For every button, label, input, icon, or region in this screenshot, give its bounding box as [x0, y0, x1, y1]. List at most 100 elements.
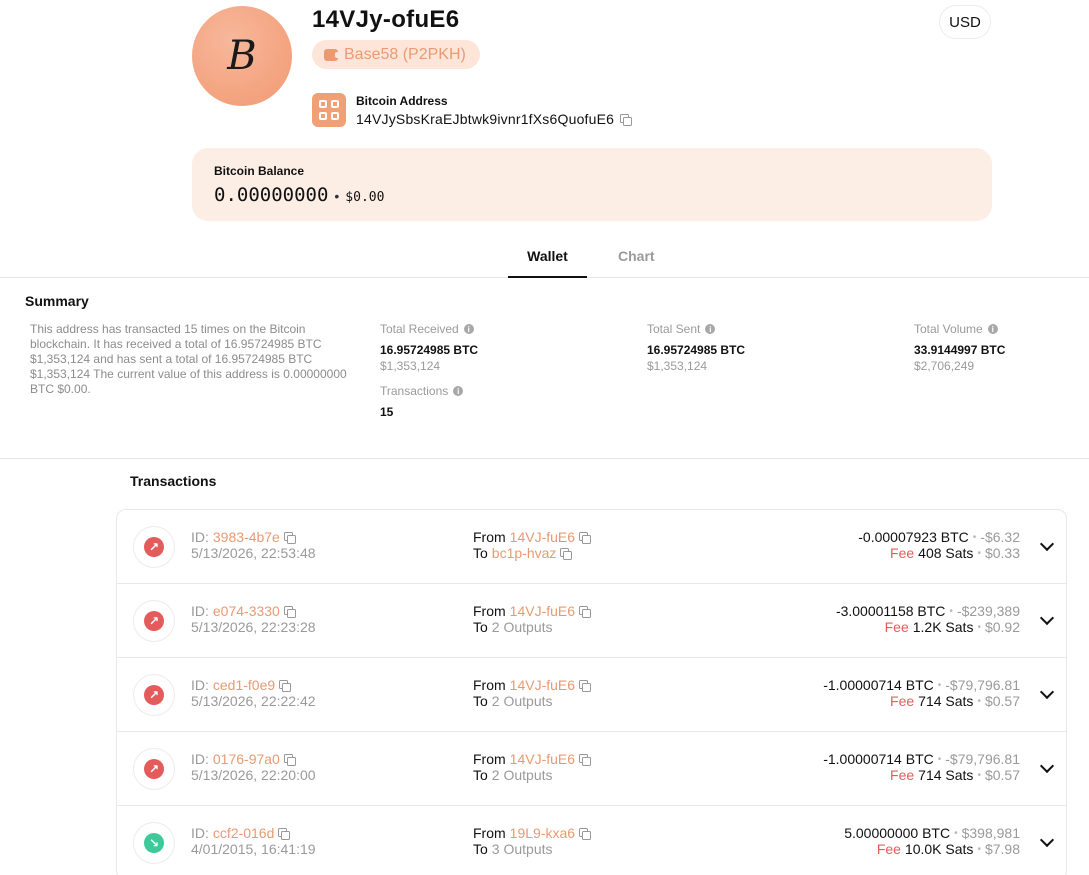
- tx-to-prefix: To: [473, 545, 488, 561]
- tx-from-link[interactable]: 14VJ-fuE6: [510, 751, 575, 767]
- tx-id-prefix: ID:: [191, 677, 209, 693]
- tx-id-link[interactable]: 3983-4b7e: [213, 529, 280, 545]
- tx-id-link[interactable]: 0176-97a0: [213, 751, 280, 767]
- copy-icon[interactable]: [278, 827, 291, 840]
- transaction-row[interactable]: ↗ ID: 3983-4b7e 5/13/2026, 22:53:48 From 14VJ…: [117, 510, 1066, 584]
- tab-wallet[interactable]: Wallet: [508, 248, 587, 278]
- tx-from-link[interactable]: 14VJ-fuE6: [510, 603, 575, 619]
- tx-separator: •: [977, 843, 981, 855]
- stat-sub: $1,353,124: [380, 359, 441, 373]
- currency-selector-button[interactable]: USD: [939, 5, 991, 39]
- tx-to-prefix: To: [473, 767, 488, 783]
- tx-separator: •: [937, 679, 942, 691]
- stat-value: 15: [380, 405, 394, 419]
- tx-fee-sats: 10.0K Sats: [904, 841, 974, 857]
- tx-amount-usd: -$239,389: [956, 603, 1020, 619]
- stat-sub: $2,706,249: [914, 359, 975, 373]
- chevron-down-icon[interactable]: [1039, 832, 1055, 848]
- tx-fee-usd: $0.33: [984, 545, 1020, 561]
- tx-id-prefix: ID:: [191, 603, 209, 619]
- tx-id-row: ID: e074-3330: [191, 603, 296, 619]
- transaction-row[interactable]: ↗ ID: ced1-f0e9 5/13/2026, 22:22:42 From 14VJ…: [117, 658, 1066, 732]
- info-icon[interactable]: i: [463, 324, 474, 334]
- tx-amount-btc: -3.00001158 BTC: [835, 603, 946, 619]
- tx-separator: •: [977, 621, 981, 633]
- tx-id-link[interactable]: e074-3330: [213, 603, 280, 619]
- tx-amount-usd: $398,981: [961, 825, 1020, 841]
- tx-fee-row: Fee 714 Sats • $0.57: [890, 767, 1020, 783]
- tx-from-link[interactable]: 14VJ-fuE6: [510, 529, 575, 545]
- tx-date: 5/13/2026, 22:20:00: [191, 767, 316, 783]
- copy-icon[interactable]: [283, 753, 296, 766]
- stat-total-sent: Total Sent i 16.95724985 BTC $1,353,124: [647, 322, 745, 373]
- tx-amount-row: -1.00000714 BTC • -$79,796.81: [823, 751, 1020, 767]
- tx-id-row: ID: 3983-4b7e: [191, 529, 296, 545]
- stat-value: 33.9144997 BTC: [914, 343, 1006, 357]
- copy-icon[interactable]: [560, 547, 573, 560]
- tx-direction-badge: ↗: [133, 526, 175, 568]
- tx-fee-usd: $0.92: [984, 619, 1020, 635]
- copy-icon[interactable]: [579, 605, 592, 618]
- page-title: 14VJy-ofuE6: [312, 6, 460, 33]
- tx-date: 5/13/2026, 22:22:42: [191, 693, 316, 709]
- stat-label: Total Sent: [647, 322, 701, 336]
- stat-transactions: Transactions i 15: [380, 384, 464, 419]
- transaction-row[interactable]: ↗ ID: 0176-97a0 5/13/2026, 22:20:00 From 14VJ…: [117, 732, 1066, 806]
- tx-to-row: To 2 Outputs: [473, 767, 553, 783]
- balance-card: Bitcoin Balance 0.00000000 • $0.00: [192, 148, 992, 221]
- transactions-list: ↗ ID: 3983-4b7e 5/13/2026, 22:53:48 From 14VJ…: [116, 509, 1067, 875]
- stat-sub: $1,353,124: [647, 359, 708, 373]
- copy-icon[interactable]: [620, 113, 633, 126]
- chevron-down-icon[interactable]: [1039, 684, 1055, 700]
- address-value-row: 14VJySbsKraEJbtwk9ivnr1fXs6QuofuE6: [356, 111, 633, 127]
- tx-id-link[interactable]: ced1-f0e9: [213, 677, 275, 693]
- info-icon[interactable]: i: [705, 324, 716, 334]
- tx-from-row: From 14VJ-fuE6: [473, 677, 592, 693]
- tx-id-prefix: ID:: [191, 751, 209, 767]
- transaction-row[interactable]: ↘ ID: ccf2-016d 4/01/2015, 16:41:19 From 19L9…: [117, 806, 1066, 875]
- copy-icon[interactable]: [283, 605, 296, 618]
- copy-icon[interactable]: [579, 679, 592, 692]
- tx-separator: •: [972, 531, 977, 543]
- tx-from-link[interactable]: 19L9-kxa6: [510, 825, 575, 841]
- tx-fee-usd: $0.57: [984, 693, 1020, 709]
- balance-usd: $0.00: [345, 190, 385, 205]
- tx-fee-row: Fee 408 Sats • $0.33: [890, 545, 1020, 561]
- tab-chart[interactable]: Chart: [618, 248, 655, 264]
- tx-amount-usd: -$6.32: [980, 529, 1020, 545]
- stat-total-volume: Total Volume i 33.9144997 BTC $2,706,249: [914, 322, 1005, 373]
- tx-to-row: To bc1p-hvaz: [473, 545, 573, 561]
- tx-amount-usd: -$79,796.81: [945, 677, 1020, 693]
- address-type-label: Base58 (P2PKH): [344, 45, 466, 63]
- tx-id-link[interactable]: ccf2-016d: [213, 825, 274, 841]
- tx-id-prefix: ID:: [191, 825, 209, 841]
- tx-direction-badge: ↗: [133, 600, 175, 642]
- address-value: 14VJySbsKraEJbtwk9ivnr1fXs6QuofuE6: [356, 111, 615, 127]
- tx-to-row: To 2 Outputs: [473, 693, 553, 709]
- chevron-down-icon[interactable]: [1039, 610, 1055, 626]
- transactions-title: Transactions: [130, 473, 217, 489]
- copy-icon[interactable]: [283, 531, 296, 544]
- tx-to-prefix: To: [473, 841, 488, 857]
- chevron-down-icon[interactable]: [1039, 758, 1055, 774]
- info-icon[interactable]: i: [453, 386, 464, 396]
- tx-direction-badge: ↘: [133, 822, 175, 864]
- tx-from-link[interactable]: 14VJ-fuE6: [510, 677, 575, 693]
- tx-to-outputs: 2 Outputs: [491, 619, 553, 635]
- arrow-down-right-icon: ↘: [144, 833, 164, 853]
- copy-icon[interactable]: [579, 753, 592, 766]
- tx-to-link[interactable]: bc1p-hvaz: [492, 545, 557, 561]
- chevron-down-icon[interactable]: [1039, 536, 1055, 552]
- tx-amount-btc: -1.00000714 BTC: [823, 677, 934, 693]
- transaction-row[interactable]: ↗ ID: e074-3330 5/13/2026, 22:23:28 From 14VJ…: [117, 584, 1066, 658]
- copy-icon[interactable]: [279, 679, 292, 692]
- copy-icon[interactable]: [579, 827, 592, 840]
- info-icon[interactable]: i: [987, 324, 998, 334]
- tx-to-prefix: To: [473, 619, 488, 635]
- tx-fee-label: Fee: [890, 767, 915, 783]
- tx-fee-row: Fee 10.0K Sats • $7.98: [877, 841, 1020, 857]
- stat-label: Transactions: [380, 384, 449, 398]
- copy-icon[interactable]: [579, 531, 592, 544]
- tx-amount-row: -3.00001158 BTC • -$239,389: [836, 603, 1020, 619]
- qr-code-icon[interactable]: [312, 93, 346, 127]
